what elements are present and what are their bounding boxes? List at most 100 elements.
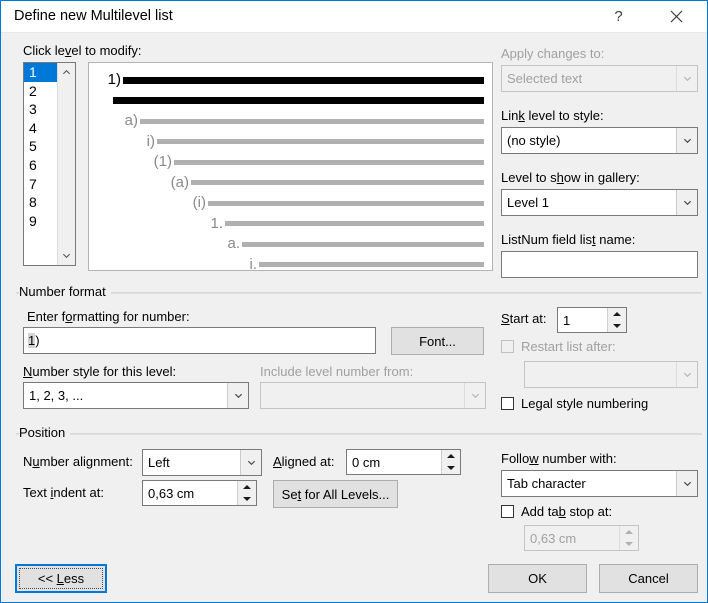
legal-style-numbering-checkbox[interactable]: Legal style numbering [501,396,648,411]
level-list-item[interactable]: 5 [24,137,61,156]
listnum-field-input[interactable] [501,251,698,278]
set-for-all-levels-button[interactable]: Set for All Levels... [273,480,398,508]
start-at-value: 1 [558,313,607,328]
level-list-item[interactable]: 8 [24,193,61,212]
aligned-at-spin-buttons[interactable] [441,450,460,474]
text-indent-spinner[interactable]: 0,63 cm [142,480,257,506]
preview-text-bar [157,139,484,144]
chevron-down-icon[interactable] [227,383,248,408]
spinner-down-icon [620,538,638,550]
ok-button[interactable]: OK [488,564,587,593]
restart-list-after-label: Restart list after: [521,339,616,354]
number-style-label: Number style for this level: [23,364,176,379]
number-style-combo[interactable]: 1, 2, 3, ... [23,382,249,409]
link-level-value: (no style) [502,133,676,148]
preview-row: a. [216,235,484,253]
preview-text-bar [225,221,484,226]
preview-text-bar [123,77,484,84]
spinner-down-icon[interactable] [442,462,460,474]
add-tab-stop-checkbox[interactable]: Add tab stop at: [501,504,612,519]
add-tab-stop-spin-buttons [619,526,638,550]
gallery-level-value: Level 1 [502,195,676,210]
number-format-group-divider [16,292,702,294]
scroll-up-icon[interactable] [58,64,75,81]
apply-changes-combo: Selected text [501,65,698,92]
add-tab-stop-value: 0,63 cm [525,531,619,546]
text-indent-value: 0,63 cm [143,486,237,501]
preview-number: (a) [165,174,191,192]
preview-number: i. [233,256,259,272]
preview-text-bar [259,262,484,267]
start-at-spinner[interactable]: 1 [557,307,627,333]
number-format-literal: ) [35,333,39,348]
help-icon[interactable]: ? [596,1,641,31]
restart-list-after-checkbox: Restart list after: [501,339,616,354]
link-level-combo[interactable]: (no style) [501,127,698,154]
spinner-down-icon[interactable] [238,493,256,505]
less-button[interactable]: << Less [15,564,107,593]
level-list-item[interactable]: 9 [24,212,61,231]
define-new-multilevel-list-dialog: Define new Multilevel list ? Click level… [0,0,708,603]
level-list-item[interactable]: 2 [24,82,61,101]
add-tab-stop-label: Add tab stop at: [521,504,612,519]
spinner-up-icon[interactable] [442,450,460,462]
checkbox-box[interactable] [501,397,514,410]
apply-changes-value: Selected text [502,71,676,86]
number-format-input[interactable]: 1) [23,327,376,354]
aligned-at-spinner[interactable]: 0 cm [346,449,461,475]
level-list-item[interactable]: 3 [24,100,61,119]
text-indent-spin-buttons[interactable] [237,481,256,505]
add-tab-stop-spinner: 0,63 cm [524,525,639,551]
number-style-value: 1, 2, 3, ... [24,388,227,403]
start-at-spin-buttons[interactable] [607,308,626,332]
click-level-label: Click level to modify: [23,43,142,58]
preview-number: 1. [199,215,225,233]
preview-number: (i) [182,194,208,212]
preview-row: a) [114,112,484,130]
font-button[interactable]: Font... [391,327,484,355]
preview-number: 1) [97,71,123,89]
multilevel-list-preview: 1)a)i)(1)(a)(i)1.a.i. [88,62,493,271]
listnum-field-label: ListNum field list name: [501,232,635,247]
legal-style-numbering-label: Legal style numbering [521,396,648,411]
preview-text-bar [191,180,484,185]
follow-number-combo[interactable]: Tab character [501,470,698,497]
cancel-button-label: Cancel [628,571,668,586]
level-list-item[interactable]: 6 [24,156,61,175]
preview-text-bar [208,201,484,206]
include-level-label: Include level number from: [260,364,413,379]
preview-row: (a) [165,174,484,192]
scroll-down-icon[interactable] [58,247,75,264]
chevron-down-icon[interactable] [676,128,697,153]
gallery-level-combo[interactable]: Level 1 [501,189,698,216]
level-listbox[interactable]: 123456789 [23,62,76,266]
follow-number-label: Follow number with: [501,451,617,466]
preview-row [97,92,484,110]
number-alignment-combo[interactable]: Left [142,449,262,476]
level-list-item[interactable]: 4 [24,119,61,138]
aligned-at-value: 0 cm [347,455,441,470]
chevron-down-icon[interactable] [240,450,261,475]
cancel-button[interactable]: Cancel [599,564,698,593]
restart-list-after-combo [524,361,698,388]
number-alignment-label: Number alignment: [23,454,133,469]
chevron-down-icon[interactable] [676,471,697,496]
less-button-label: << Less [38,571,84,586]
close-icon[interactable] [654,1,699,31]
follow-number-value: Tab character [502,476,676,491]
level-list-item[interactable]: 7 [24,175,61,194]
enter-formatting-label: Enter formatting for number: [27,309,190,324]
checkbox-box[interactable] [501,505,514,518]
preview-row: 1) [97,71,484,89]
spinner-up-icon[interactable] [608,308,626,320]
preview-row: i) [131,133,484,151]
level-list-items: 123456789 [24,63,61,230]
font-button-label: Font... [419,334,456,349]
level-list-item[interactable]: 1 [24,63,61,82]
preview-number: a. [216,235,242,253]
spinner-down-icon[interactable] [608,320,626,332]
chevron-down-icon[interactable] [676,190,697,215]
spinner-up-icon[interactable] [238,481,256,493]
level-list-scrollbar[interactable] [57,63,75,265]
start-at-label: Start at: [501,311,547,326]
